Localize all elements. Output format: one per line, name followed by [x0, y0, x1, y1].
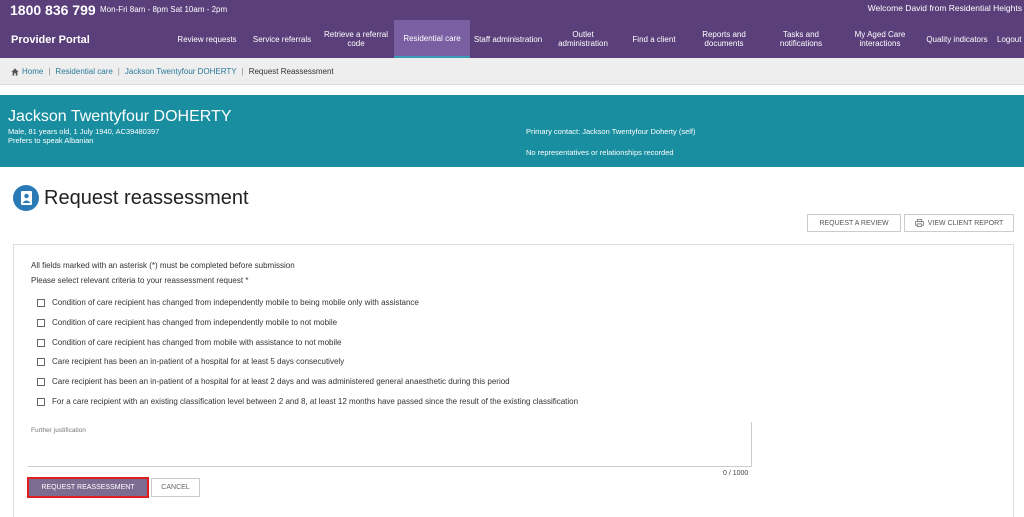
- further-justification-label: Further justification: [31, 427, 86, 434]
- representatives-status: No representatives or relationships reco…: [526, 148, 674, 157]
- criteria-option-2[interactable]: Condition of care recipient has changed …: [37, 318, 337, 327]
- nav-review-requests[interactable]: Review requests: [172, 20, 242, 58]
- client-banner: Jackson Twentyfour DOHERTY Male, 81 year…: [0, 95, 1024, 167]
- client-demographics: Male, 81 years old, 1 July 1940, AC39480…: [8, 127, 160, 136]
- nav-find-client[interactable]: Find a client: [622, 20, 686, 58]
- request-review-button[interactable]: REQUEST A REVIEW: [807, 214, 901, 232]
- further-justification-textarea[interactable]: [28, 422, 752, 467]
- client-details: Male, 81 years old, 1 July 1940, AC39480…: [8, 127, 159, 145]
- nav-my-aged-care-interactions[interactable]: My Aged Care interactions: [842, 20, 918, 58]
- opening-hours: Mon-Fri 8am - 8pm Sat 10am - 2pm: [100, 5, 228, 14]
- criteria-checkbox[interactable]: [37, 397, 45, 406]
- nav-quality-indicators[interactable]: Quality indicators: [920, 20, 994, 58]
- client-profile-icon: [13, 185, 39, 211]
- criteria-checkbox[interactable]: [37, 357, 45, 366]
- criteria-checkbox[interactable]: [37, 377, 45, 386]
- phone-number: 1800 836 799: [10, 2, 96, 18]
- breadcrumb-current: Request Reassessment: [248, 67, 334, 76]
- top-strip: 1800 836 799 Mon-Fri 8am - 8pm Sat 10am …: [0, 0, 1024, 20]
- nav-tasks-notifications[interactable]: Tasks and notifications: [763, 20, 839, 58]
- breadcrumb: Home | Residential care | Jackson Twenty…: [0, 58, 1024, 85]
- breadcrumb-home[interactable]: Home: [22, 67, 43, 76]
- criteria-checkbox[interactable]: [37, 318, 45, 327]
- criteria-prompt: Please select relevant criteria to your …: [31, 276, 249, 285]
- breadcrumb-residential-care[interactable]: Residential care: [55, 67, 112, 76]
- view-client-report-button[interactable]: VIEW CLIENT REPORT: [904, 214, 1014, 232]
- nav-retrieve-referral-code[interactable]: Retrieve a referral code: [321, 20, 391, 58]
- breadcrumb-client[interactable]: Jackson Twentyfour DOHERTY: [125, 67, 237, 76]
- required-fields-note: All fields marked with an asterisk (*) m…: [31, 261, 295, 270]
- client-name: Jackson Twentyfour DOHERTY: [8, 108, 232, 125]
- criteria-checkbox[interactable]: [37, 298, 45, 307]
- request-reassessment-button[interactable]: REQUEST REASSESSMENT: [27, 477, 149, 498]
- welcome-message: Welcome David from Residential Heights: [867, 3, 1022, 13]
- criteria-option-3[interactable]: Condition of care recipient has changed …: [37, 338, 342, 347]
- criteria-checkbox[interactable]: [37, 338, 45, 347]
- primary-contact: Primary contact: Jackson Twentyfour Dohe…: [526, 127, 696, 136]
- cancel-button[interactable]: CANCEL: [151, 478, 200, 497]
- criteria-option-1[interactable]: Condition of care recipient has changed …: [37, 298, 419, 307]
- criteria-option-6[interactable]: For a care recipient with an existing cl…: [37, 397, 578, 406]
- criteria-option-5[interactable]: Care recipient has been an in-patient of…: [37, 377, 510, 386]
- nav-reports-documents[interactable]: Reports and documents: [688, 20, 760, 58]
- nav-staff-administration[interactable]: Staff administration: [472, 20, 544, 58]
- home-icon: [11, 67, 19, 76]
- character-counter: 0 / 1000: [723, 470, 749, 477]
- breadcrumb-separator: |: [241, 67, 244, 76]
- nav-outlet-administration[interactable]: Outlet administration: [547, 20, 619, 58]
- nav-residential-care[interactable]: Residential care: [394, 20, 470, 58]
- main-nav: Provider Portal Review requests Service …: [0, 20, 1024, 58]
- nav-logout[interactable]: Logout: [997, 20, 1024, 58]
- breadcrumb-separator: |: [117, 67, 120, 76]
- nav-service-referrals[interactable]: Service referrals: [247, 20, 317, 58]
- criteria-option-4[interactable]: Care recipient has been an in-patient of…: [37, 357, 344, 366]
- print-icon: [914, 219, 924, 227]
- page-title: Request reassessment: [44, 187, 249, 209]
- client-language: Prefers to speak Albanian: [8, 136, 94, 145]
- portal-title[interactable]: Provider Portal: [11, 34, 90, 46]
- breadcrumb-separator: |: [48, 67, 51, 76]
